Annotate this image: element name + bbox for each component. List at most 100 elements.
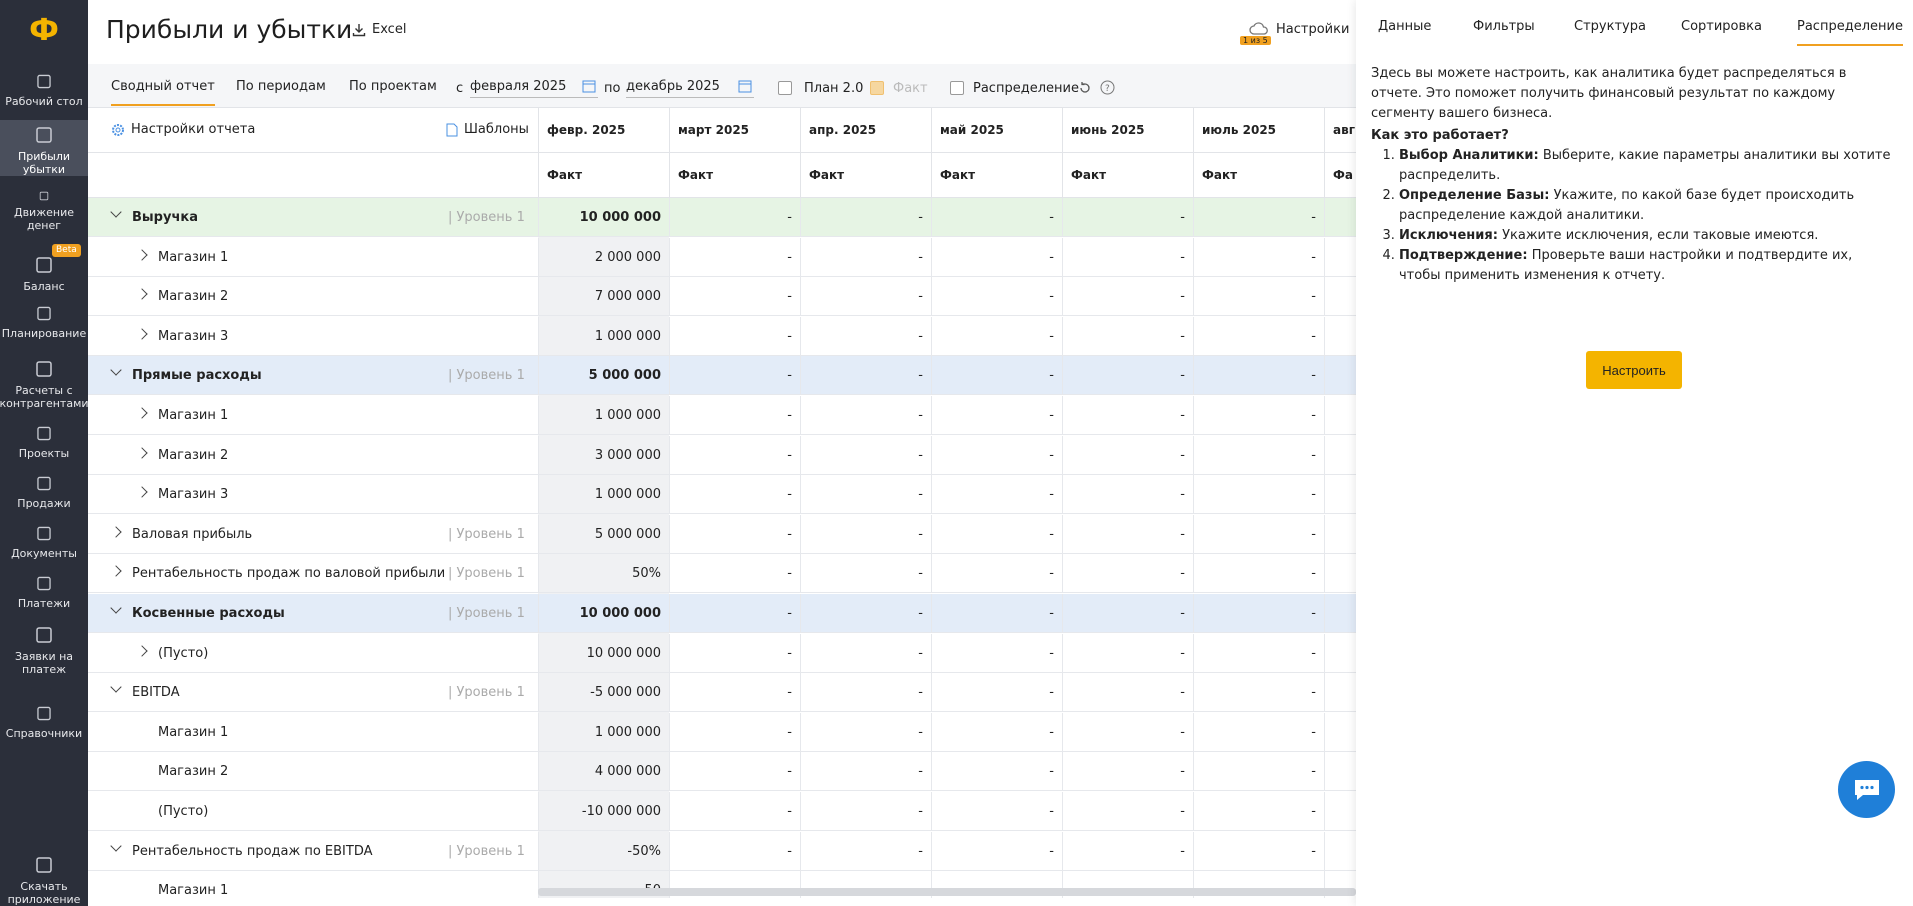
tab-by-projects[interactable]: По проектам	[349, 79, 437, 94]
sidebar-item-2[interactable]: Движение денег	[0, 186, 88, 232]
logo-icon[interactable]: Ф	[0, 0, 88, 60]
table-row[interactable]: Рентабельность продаж по EBITDA | Уровень…	[88, 831, 1356, 871]
table-row[interactable]: Валовая прибыль | Уровень 1 5 000 000 - - - - -	[88, 514, 1356, 554]
column-divider	[1193, 633, 1194, 673]
help-icon[interactable]: ?	[1100, 80, 1115, 95]
sidebar-item-4[interactable]: Планирование	[0, 300, 88, 340]
templates-button[interactable]: Шаблоны	[446, 122, 529, 137]
row-value: 3 000 000	[594, 447, 661, 463]
tab-by-periods[interactable]: По периодам	[236, 79, 326, 94]
chevron-down-icon[interactable]	[110, 602, 122, 614]
panel-tab-1[interactable]: Фильтры	[1473, 19, 1535, 34]
row-empty-value: -	[918, 685, 923, 701]
main-area: Прибыли и убытки Excel 1 из 5 Настройки …	[88, 0, 1356, 906]
panel-tab-2[interactable]: Структура	[1574, 19, 1646, 34]
sidebar-item-9[interactable]: Платежи	[0, 570, 88, 610]
fact-checkbox[interactable]	[870, 81, 884, 95]
sidebar-item-6[interactable]: Проекты	[0, 420, 88, 460]
table-row[interactable]: Магазин 3 1 000 000 - - - - -	[88, 475, 1356, 515]
target-icon	[37, 306, 51, 321]
chevron-right-icon[interactable]	[136, 328, 148, 340]
report-settings-button[interactable]: Настройки отчета	[111, 122, 255, 137]
sidebar-item-10[interactable]: Заявки на платеж	[0, 620, 88, 676]
chevron-right-icon[interactable]	[136, 446, 148, 459]
sidebar-item-8[interactable]: Документы	[0, 520, 88, 560]
column-divider	[931, 396, 932, 435]
date-from-field[interactable]: февраля 2025	[470, 76, 598, 98]
row-empty-value: -	[1311, 408, 1316, 423]
table-header-months: Настройки отчета Шаблоны февр. 2025 март …	[88, 108, 1356, 153]
column-divider	[1324, 198, 1325, 237]
table-row[interactable]: Магазин 1 2 000 000 - - - - -	[88, 237, 1356, 277]
sidebar-item-0[interactable]: Рабочий стол	[0, 68, 88, 108]
distribution-checkbox[interactable]	[950, 81, 964, 95]
column-divider	[1193, 554, 1194, 594]
month-header: февр. 2025	[538, 108, 669, 153]
plan-checkbox[interactable]	[778, 81, 792, 95]
column-divider	[1324, 752, 1325, 792]
table-row[interactable]: EBITDA | Уровень 1 -5 000 000 - - - - -	[88, 673, 1356, 713]
row-empty-value: -	[787, 408, 792, 423]
table-row[interactable]: Магазин 1 1 000 000 - - - - -	[88, 712, 1356, 752]
calendar-icon	[582, 80, 596, 93]
reset-icon[interactable]	[1078, 81, 1092, 95]
row-empty-value: -	[1311, 566, 1316, 582]
panel-tab-4[interactable]: Распределение	[1797, 19, 1903, 46]
date-to-field[interactable]: декабрь 2025	[626, 76, 754, 98]
table-row[interactable]: (Пусто) -10 000 000 - - - - -	[88, 792, 1356, 831]
excel-label: Excel	[372, 22, 407, 37]
level-label: | Уровень 1	[448, 843, 525, 859]
chevron-right-icon[interactable]	[136, 407, 148, 419]
sidebar-item-12[interactable]: Скачать приложение	[0, 850, 88, 906]
chevron-right-icon[interactable]	[136, 288, 148, 300]
table-row[interactable]: Магазин 2 4 000 000 - - - - -	[88, 752, 1356, 792]
step-title: Исключения:	[1399, 228, 1498, 243]
table-row[interactable]: Косвенные расходы | Уровень 1 10 000 000 - -…	[88, 594, 1356, 633]
level-label: | Уровень 1	[448, 368, 525, 384]
chevron-down-icon[interactable]	[110, 206, 122, 218]
table-row[interactable]: Магазин 2 7 000 000 - - - - -	[88, 277, 1356, 317]
row-empty-value: -	[918, 289, 923, 305]
fact-subheader: Факт	[669, 153, 800, 198]
row-name: Магазин 1	[158, 408, 229, 423]
table-row[interactable]: Магазин 2 3 000 000 - - - - -	[88, 435, 1356, 475]
configure-button[interactable]: Настроить	[1586, 351, 1682, 389]
table-row[interactable]: Магазин 1 1 000 000 - - - - -	[88, 396, 1356, 435]
calendar-icon	[738, 80, 752, 93]
column-divider	[538, 594, 539, 633]
tab-summary[interactable]: Сводный отчет	[111, 79, 215, 106]
column-divider	[1062, 712, 1063, 752]
chevron-right-icon[interactable]	[110, 565, 122, 578]
column-divider	[1062, 435, 1063, 475]
sidebar-item-11[interactable]: Справочники	[0, 700, 88, 740]
excel-export-button[interactable]: Excel	[352, 22, 406, 37]
chevron-right-icon[interactable]	[110, 526, 122, 538]
panel-tab-0[interactable]: Данные	[1378, 19, 1431, 34]
row-empty-value: -	[1049, 566, 1054, 582]
chevron-right-icon[interactable]	[136, 644, 148, 657]
table-row[interactable]: Рентабельность продаж по валовой прибыли…	[88, 554, 1356, 594]
chevron-right-icon[interactable]	[136, 248, 148, 261]
sidebar-item-1[interactable]: Прибыли убытки	[0, 120, 88, 176]
table-row[interactable]: Магазин 3 1 000 000 - - - - -	[88, 316, 1356, 356]
sidebar-item-5[interactable]: Расчеты с контрагентами	[0, 354, 89, 410]
settings-top-button[interactable]: 1 из 5 Настройки	[1240, 20, 1349, 45]
chevron-right-icon[interactable]	[136, 486, 148, 498]
chevron-down-icon[interactable]	[110, 681, 122, 693]
column-divider	[931, 752, 932, 792]
table-row[interactable]: (Пусто) 10 000 000 - - - - -	[88, 633, 1356, 673]
chevron-down-icon[interactable]	[110, 839, 122, 852]
table-row[interactable]: Выручка | Уровень 1 10 000 000 - - - - -	[88, 198, 1356, 237]
sidebar-item-7[interactable]: Продажи	[0, 470, 88, 510]
sidebar-item-3[interactable]: Баланс Beta	[0, 244, 88, 294]
column-divider	[800, 673, 801, 713]
column-divider	[1324, 792, 1325, 831]
chat-button[interactable]	[1838, 761, 1895, 818]
row-value: 10 000 000	[579, 606, 661, 621]
horizontal-scrollbar[interactable]	[538, 888, 1356, 896]
panel-tab-3[interactable]: Сортировка	[1681, 19, 1762, 34]
column-divider	[538, 554, 539, 594]
chevron-down-icon[interactable]	[110, 364, 122, 377]
step-title: Выбор Аналитики:	[1399, 148, 1539, 163]
table-row[interactable]: Прямые расходы | Уровень 1 5 000 000 - - - - -	[88, 356, 1356, 396]
